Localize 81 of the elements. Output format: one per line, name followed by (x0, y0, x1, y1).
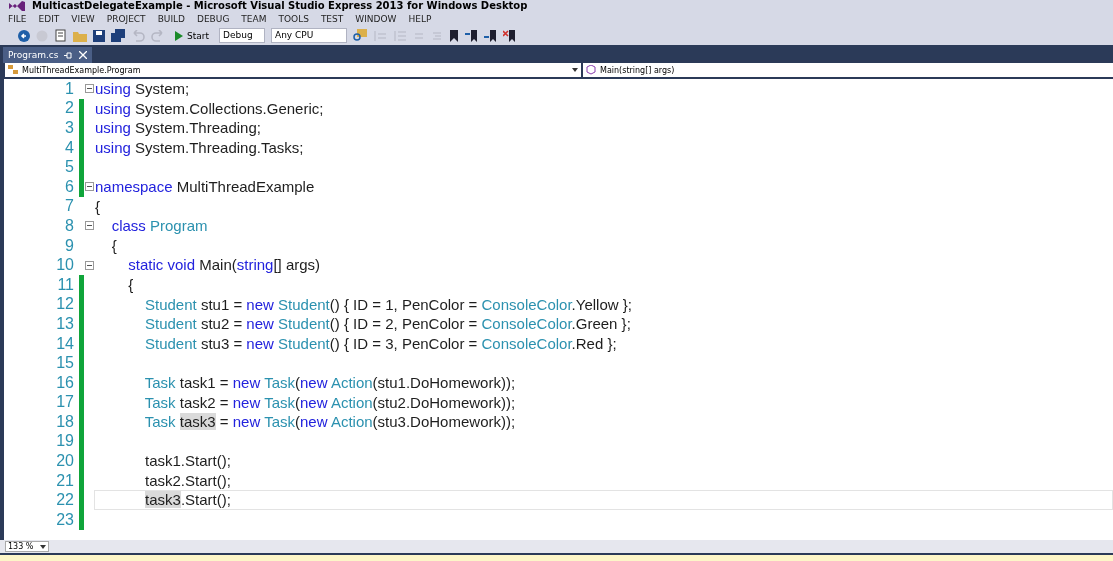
new-project-icon[interactable] (54, 29, 67, 42)
menu-item[interactable]: BUILD (151, 14, 191, 24)
class-icon (8, 65, 19, 75)
pin-icon[interactable] (64, 50, 74, 60)
line-number: 9 (64, 236, 74, 255)
code-line: Student stu1 = new Student() { ID = 1, PenColor = ConsoleColor.Yellow }; (144, 294, 633, 315)
line-number: 2 (64, 99, 74, 118)
zoom-dropdown[interactable]: 133 % (5, 541, 49, 552)
code-line: using System.Threading.Tasks; (94, 137, 305, 158)
infinity-logo-icon (8, 0, 26, 12)
code-line: Task task2 = new Task(new Action(stu2.DoHomework)); (143, 392, 517, 413)
menu-item[interactable]: TEAM (235, 14, 273, 24)
line-number: 13 (55, 314, 74, 333)
line-number: 5 (64, 158, 74, 177)
find-icon[interactable] (353, 29, 367, 42)
line-number: 21 (55, 471, 74, 490)
back-arrow-icon[interactable] (18, 29, 30, 42)
next-bookmark-icon[interactable] (484, 29, 497, 42)
menu-item[interactable]: TEST (314, 14, 350, 24)
menu-item[interactable]: EDIT (32, 14, 66, 24)
menu-item[interactable]: DEBUG (191, 14, 236, 24)
line-number: 1 (64, 79, 74, 98)
line-number: 15 (55, 354, 74, 373)
window-title: MulticastDelegateExample - Microsoft Visual Studio Express 2013 for Windows Desktop (32, 0, 528, 12)
code-line: Task task3 = new Task(new Action(stu3.DoHomework)); (143, 412, 517, 432)
code-line: using System.Collections.Generic; (94, 98, 325, 119)
member-dropdown[interactable]: Main(string[] args) (583, 63, 1113, 77)
previous-bookmark-icon[interactable] (465, 29, 478, 42)
platform-dropdown[interactable]: Any CPU (271, 28, 347, 43)
configuration-dropdown[interactable]: Debug (219, 28, 265, 43)
line-number: 8 (64, 216, 74, 235)
menu-item[interactable]: TOOLS (272, 14, 315, 24)
line-number: 10 (55, 256, 74, 275)
line-number: 3 (64, 119, 74, 137)
code-line: using System; (94, 79, 191, 99)
clear-bookmarks-icon[interactable] (503, 29, 516, 42)
menu-item[interactable]: HELP (402, 14, 438, 24)
code-line: { (94, 196, 101, 217)
code-line: task1.Start(); (144, 451, 232, 471)
start-button[interactable]: Start (171, 30, 213, 41)
method-icon (586, 65, 597, 75)
menu-item[interactable]: WINDOW (349, 14, 403, 24)
code-line: { (110, 235, 118, 256)
line-number: 23 (55, 510, 74, 529)
dropdown-arrow-icon (40, 544, 46, 549)
line-number: 11 (56, 275, 74, 294)
code-line: Task task1 = new Task(new Action(stu1.DoHomework)); (143, 372, 517, 393)
type-dropdown[interactable]: MultiThreadExample.Program (5, 63, 581, 77)
line-number: 6 (64, 177, 74, 196)
line-number: 19 (55, 432, 74, 451)
code-line: static void Main(string[] args) (127, 255, 322, 275)
collapse-icon[interactable] (84, 221, 94, 231)
code-line: using System.Threading; (94, 118, 262, 138)
code-line: Student stu2 = new Student() { ID = 2, PenColor = ConsoleColor.Green }; (144, 314, 632, 334)
close-icon[interactable] (79, 51, 88, 59)
line-number: 22 (55, 491, 74, 510)
code-line: task2.Start(); (144, 470, 232, 491)
line-number: 18 (55, 412, 74, 431)
menu-item[interactable]: VIEW (65, 14, 101, 24)
code-line: class Program (110, 216, 209, 236)
save-all-icon[interactable] (111, 29, 125, 42)
line-number: 20 (55, 452, 74, 471)
collapse-icon[interactable] (84, 84, 94, 94)
line-number: 16 (55, 373, 74, 392)
collapse-icon[interactable] (84, 182, 94, 192)
code-line: { (127, 274, 135, 295)
dropdown-arrow-icon (572, 68, 578, 72)
code-line: Student stu3 = new Student() { ID = 3, PenColor = ConsoleColor.Red }; (144, 333, 618, 354)
line-number: 14 (55, 334, 74, 353)
file-tab[interactable]: Program.cs (3, 47, 93, 63)
line-number: 17 (55, 393, 74, 412)
play-icon (175, 30, 183, 41)
line-number: 4 (64, 138, 74, 157)
menu-item[interactable]: FILE (2, 14, 33, 24)
save-icon[interactable] (93, 29, 105, 42)
line-number: 7 (64, 197, 74, 216)
menu-item[interactable]: PROJECT (100, 14, 152, 24)
bookmark-icon[interactable] (449, 29, 459, 42)
collapse-icon[interactable] (84, 260, 94, 270)
code-line: namespace MultiThreadExample (94, 176, 316, 197)
line-number: 12 (55, 295, 74, 314)
